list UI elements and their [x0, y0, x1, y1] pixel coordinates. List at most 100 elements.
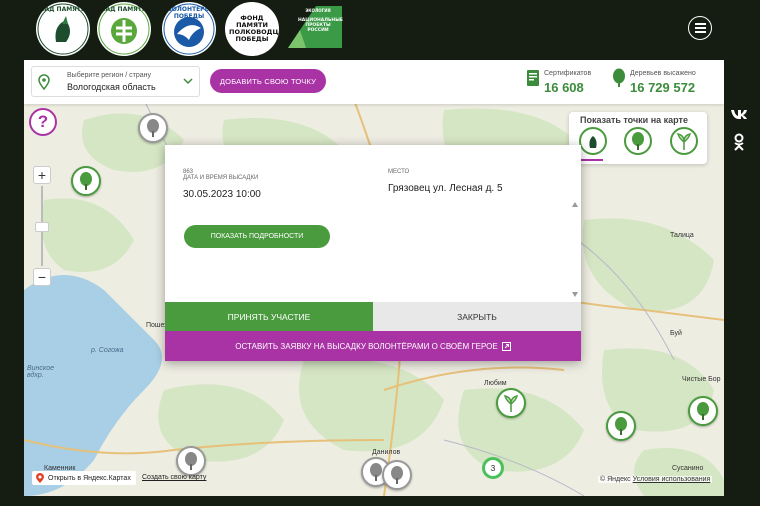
- menu-button[interactable]: [688, 16, 712, 40]
- hamburger-icon: [694, 23, 706, 25]
- hamburger-icon: [694, 31, 706, 33]
- close-label: ЗАКРЫТЬ: [457, 311, 497, 322]
- zoom-in-button[interactable]: +: [33, 166, 51, 184]
- national-projects-logo[interactable]: ЭКОЛОГИЯ НАЦИОНАЛЬНЫЕ ПРОЕКТЫ РОССИИ: [286, 4, 344, 50]
- trees-label: Деревьев высажено: [630, 70, 696, 77]
- tree-icon: [147, 119, 159, 137]
- tree-icon: [615, 417, 627, 435]
- zoom-slider-thumb[interactable]: [35, 222, 49, 232]
- logo-tag: ЭКОЛОГИЯ: [305, 8, 331, 13]
- sad-pamyati-icon: [589, 136, 597, 148]
- zoom-control: + −: [33, 166, 51, 286]
- help-button[interactable]: ?: [29, 108, 57, 136]
- tree-icon: [632, 132, 644, 150]
- filter-trees[interactable]: [624, 127, 652, 155]
- add-point-button[interactable]: ДОБАВИТЬ СВОЮ ТОЧКУ: [210, 69, 326, 93]
- popup-scrollbar[interactable]: [571, 145, 579, 302]
- logo-text: ВОЛОНТЕРЫ ПОБЕДЫ: [167, 6, 211, 20]
- sad-pamyati-logo-2[interactable]: САД ПАМЯТИ: [97, 2, 151, 56]
- certificates-label: Сертификатов: [544, 70, 592, 77]
- odnoklassniki-icon: [734, 133, 744, 151]
- vk-button[interactable]: [729, 104, 749, 124]
- map-marker[interactable]: [176, 446, 206, 476]
- sad-pamyati-logo[interactable]: САД ПАМЯТИ: [36, 2, 90, 56]
- trees-value: 16 729 572: [630, 80, 696, 95]
- show-points-title: Показать точки на карте: [580, 115, 688, 125]
- trees-stat: Деревьев высажено 16 729 572: [612, 68, 696, 95]
- external-link-icon: [501, 341, 511, 351]
- map-label: Винское вдхр.: [27, 365, 55, 379]
- copyright-text: © Яндекс: [600, 476, 631, 483]
- tree-icon: [697, 402, 709, 420]
- place-value: Грязовец ул. Лесная д. 5: [388, 183, 503, 194]
- map-marker[interactable]: [688, 396, 718, 426]
- logo-text: НАЦИОНАЛЬНЫЕ ПРОЕКТЫ РОССИИ: [298, 18, 343, 33]
- zoom-out-button[interactable]: −: [33, 268, 51, 286]
- vk-icon: [731, 110, 747, 119]
- certificate-icon: [527, 70, 539, 86]
- hamburger-icon: [694, 27, 706, 29]
- filter-sad-pamyati[interactable]: [579, 127, 607, 155]
- sprout-icon: [503, 395, 519, 412]
- date-value: 30.05.2023 10:00: [183, 189, 261, 200]
- copyright: © Яндекс Условия использования: [598, 476, 713, 483]
- map-label: Данилов: [372, 449, 401, 456]
- minus-icon: −: [37, 269, 47, 285]
- control-bar: Выберите регион / страну Вологодская обл…: [24, 60, 724, 104]
- help-icon: ?: [37, 112, 49, 131]
- region-select[interactable]: Выберите регион / страну Вологодская обл…: [31, 66, 200, 97]
- map-label: р. Согожа: [91, 347, 124, 354]
- map-cluster[interactable]: 3: [482, 457, 504, 479]
- tree-icon: [80, 172, 92, 190]
- map-marker[interactable]: [138, 113, 168, 143]
- participate-label: ПРИНЯТЬ УЧАСТИЕ: [227, 311, 311, 322]
- tree-icon: [391, 466, 403, 484]
- create-map-link[interactable]: Создать свою карту: [142, 474, 206, 481]
- map-label: Сусанино: [672, 465, 704, 472]
- map-marker[interactable]: [382, 460, 412, 490]
- chevron-down-icon: [183, 78, 193, 85]
- filter-sprouts[interactable]: [670, 127, 698, 155]
- logo-text: САД ПАМЯТИ: [101, 6, 147, 13]
- add-point-label: ДОБАВИТЬ СВОЮ ТОЧКУ: [219, 76, 317, 86]
- tree-icon: [185, 452, 197, 470]
- top-bar: САД ПАМЯТИ САД ПАМЯТИ ВОЛОНТЕРЫ ПОБЕДЫ Ф…: [0, 0, 760, 60]
- certificates-value: 16 608: [544, 80, 584, 95]
- sprout-icon: [676, 133, 692, 150]
- apply-button[interactable]: ОСТАВИТЬ ЗАЯВКУ НА ВЫСАДКУ ВОЛОНТЁРАМИ О…: [165, 331, 581, 361]
- active-filter-indicator: [581, 159, 603, 161]
- certificates-stat: Сертификатов 16 608: [526, 68, 591, 95]
- map-marker[interactable]: [496, 388, 526, 418]
- point-popup: 863 ДАТА И ВРЕМЯ ВЫСАДКИ 30.05.2023 10:0…: [165, 145, 581, 361]
- tree-icon: [613, 68, 625, 87]
- location-pin-icon: [38, 74, 50, 90]
- popup-body: 863 ДАТА И ВРЕМЯ ВЫСАДКИ 30.05.2023 10:0…: [165, 145, 581, 302]
- terms-link[interactable]: Условия использования: [633, 476, 711, 483]
- show-points-panel: Показать точки на карте: [569, 112, 707, 164]
- map-panel: 3 Пошех Талица Буй Чистые Бор Любим Дани…: [24, 60, 724, 496]
- pin-icon: [36, 473, 44, 483]
- open-yandex-label: Открыть в Яндекс.Картах: [48, 474, 131, 482]
- show-details-label: ПОКАЗАТЬ ПОДРОБНОСТИ: [210, 233, 304, 240]
- date-label: ДАТА И ВРЕМЯ ВЫСАДКИ: [183, 175, 259, 181]
- map-label: Талица: [670, 232, 694, 239]
- logo-text: ФОНД ПАМЯТИ ПОЛКОВОДЦЕВ ПОБЕДЫ: [229, 14, 279, 43]
- close-button[interactable]: ЗАКРЫТЬ: [373, 302, 581, 331]
- fond-pamyati-logo[interactable]: ФОНД ПАМЯТИ ПОЛКОВОДЦЕВ ПОБЕДЫ: [225, 2, 279, 56]
- map-marker[interactable]: [606, 411, 636, 441]
- map-label: Чистые Бор: [682, 376, 721, 383]
- map-marker[interactable]: [71, 166, 101, 196]
- map-label: Любим: [484, 380, 507, 387]
- region-value: Вологодская область: [67, 82, 156, 92]
- logo-text: САД ПАМЯТИ: [40, 6, 86, 13]
- ok-button[interactable]: [729, 132, 749, 152]
- place-label: МЕСТО: [388, 169, 410, 175]
- open-yandex-maps-link[interactable]: Открыть в Яндекс.Картах: [32, 471, 136, 485]
- volontery-pobedy-logo[interactable]: ВОЛОНТЕРЫ ПОБЕДЫ: [162, 2, 216, 56]
- plus-icon: +: [37, 167, 47, 183]
- show-details-button[interactable]: ПОКАЗАТЬ ПОДРОБНОСТИ: [184, 225, 330, 248]
- map-label: Буй: [670, 330, 682, 337]
- participate-button[interactable]: ПРИНЯТЬ УЧАСТИЕ: [165, 302, 373, 331]
- region-label: Выберите регион / страну: [67, 72, 151, 79]
- apply-label: ОСТАВИТЬ ЗАЯВКУ НА ВЫСАДКУ ВОЛОНТЁРАМИ О…: [235, 341, 498, 351]
